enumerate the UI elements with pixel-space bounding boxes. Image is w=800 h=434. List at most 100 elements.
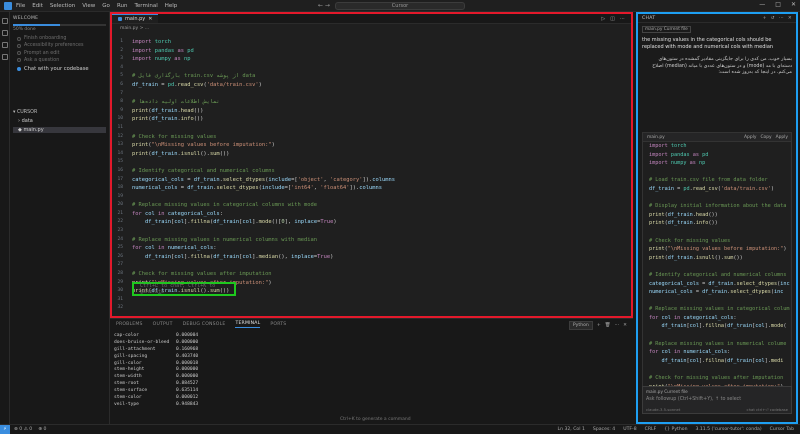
close-tab-icon[interactable]: ✕ [148, 16, 152, 22]
step-finish-onboarding[interactable]: Finish onboarding [17, 36, 106, 41]
step-icon [17, 51, 21, 56]
code-block-header: main.py Apply Copy Apply [643, 133, 791, 142]
maximize-icon[interactable]: □ [775, 1, 781, 8]
chat-input-footer: claude-3.5-sonnet chat ctrl+⏎ codebase [646, 407, 788, 412]
chat-input-context[interactable]: main.py Current file [643, 387, 791, 396]
chat-input-placeholder: Ask followup (Ctrl+Shift+Y), ↑ to select [646, 397, 742, 402]
more-icon[interactable]: ⋯ [615, 323, 620, 328]
cursor-position[interactable]: Ln 32, Col 1 [558, 427, 585, 432]
new-chat-icon[interactable]: + [763, 16, 767, 21]
search-label: Cursor [391, 3, 409, 9]
tab-main-py[interactable]: main.py ✕ [112, 14, 159, 23]
nav-arrows[interactable]: ← → [318, 2, 330, 9]
sidebar: WELCOME 50% done Finish onboarding Acces… [10, 12, 110, 424]
apply-button[interactable]: Apply [744, 135, 756, 140]
tab-terminal[interactable]: TERMINAL [235, 321, 261, 328]
close-icon[interactable]: ✕ [791, 1, 796, 8]
terminal-shell-select[interactable]: Python [568, 321, 593, 330]
menu-selection[interactable]: Selection [50, 3, 75, 9]
welcome-header: WELCOME [13, 16, 39, 21]
python-interpreter[interactable]: 3.11.5 ('cursor-tutor': conda) [695, 427, 761, 432]
search-icon[interactable] [2, 30, 8, 36]
activity-bar [0, 12, 10, 424]
chat-header: CHAT + ↺ ⋯ ✕ [638, 14, 796, 23]
apply-all-button[interactable]: Apply [776, 135, 788, 140]
step-icon [17, 43, 21, 48]
split-editor-icon[interactable]: ◫ [610, 16, 615, 22]
python-file-icon [118, 17, 122, 21]
menu-run[interactable]: Run [117, 3, 128, 9]
extensions-icon[interactable] [2, 54, 8, 60]
more-icon[interactable]: ⋯ [779, 16, 784, 21]
tree-file-main[interactable]: ◆ main.py [13, 126, 106, 133]
problems-status[interactable]: ⊗ 0 ⚠ 0 [14, 427, 32, 432]
run-icon[interactable]: ▷ [601, 16, 605, 22]
language-mode[interactable]: {} Python [664, 427, 687, 432]
source-control-icon[interactable] [2, 42, 8, 48]
history-icon[interactable]: ↺ [771, 16, 775, 21]
ports-status[interactable]: ⊕ 0 [38, 427, 46, 432]
assistant-reply: بسیار خوب، من کدی را برای جایگزینی مقادی… [652, 57, 792, 75]
step-icon [17, 58, 21, 63]
chat-pane: CHAT + ↺ ⋯ ✕ main.py Current file the mi… [636, 12, 798, 424]
command-search[interactable]: Cursor [335, 2, 465, 10]
cursor-logo-icon [4, 1, 12, 10]
tab-problems[interactable]: PROBLEMS [116, 322, 143, 327]
close-panel-icon[interactable]: ✕ [623, 323, 627, 328]
editor-actions: ▷ ◫ ⋯ [601, 14, 631, 23]
tab-ports[interactable]: PORTS [270, 322, 286, 327]
indentation[interactable]: Spaces: 4 [593, 427, 615, 432]
menu-help[interactable]: Help [165, 3, 178, 9]
tab-output[interactable]: OUTPUT [153, 322, 173, 327]
step-accessibility[interactable]: Accessibility preferences [17, 43, 106, 48]
title-bar: File Edit Selection View Go Run Terminal… [0, 0, 800, 12]
step-chat-codebase[interactable]: Chat with your codebase [17, 66, 106, 72]
menu-file[interactable]: File [16, 3, 25, 9]
code-editor[interactable]: 1 import torch 2 import pandas as pd 3 impo… [112, 38, 631, 313]
line-ending[interactable]: CRLF [645, 427, 657, 432]
terminal-line: stem-surface 0.635114 [114, 388, 199, 394]
step-ask-question[interactable]: Ask a question [17, 58, 106, 63]
terminal-line: gill-spacing 0.403740 [114, 353, 199, 359]
tab-debug-console[interactable]: DEBUG CONSOLE [183, 322, 226, 327]
chat-input[interactable]: main.py Current file Ask followup (Ctrl+… [642, 386, 792, 414]
terminal-line: gill-attachment 0.160968 [114, 346, 199, 352]
code-block-filename: main.py [647, 134, 665, 140]
copy-button[interactable]: Copy [760, 135, 771, 140]
terminal-hint: Ctrl+K to generate a command [340, 417, 411, 422]
window-controls: — □ ✕ [759, 1, 796, 8]
chat-context-pill[interactable]: main.py Current file [642, 26, 792, 33]
terminal-line: cap-color 0.000004 [114, 333, 199, 338]
cursor-tab-status[interactable]: Cursor Tab [770, 427, 794, 432]
onboarding-progress [13, 24, 106, 26]
menu-terminal[interactable]: Terminal [134, 3, 157, 9]
step-prompt-edit[interactable]: Prompt an edit [17, 51, 106, 56]
explorer-icon[interactable] [2, 18, 8, 24]
editor-area: main.py ✕ ▷ ◫ ⋯ main.py > ... 1 import to… [110, 12, 633, 318]
menu-edit[interactable]: Edit [32, 3, 43, 9]
breadcrumb[interactable]: main.py > ... [112, 24, 631, 32]
tree-folder-data[interactable]: › data [18, 118, 106, 124]
more-icon[interactable]: ⋯ [620, 16, 625, 22]
menu-view[interactable]: View [82, 3, 95, 9]
close-chat-icon[interactable]: ✕ [788, 16, 792, 21]
explorer-header[interactable]: ▾ CURSOR [13, 110, 106, 115]
bottom-panel: PROBLEMS OUTPUT DEBUG CONSOLE TERMINAL P… [110, 318, 633, 424]
status-bar: ⚡ ⊗ 0 ⚠ 0 ⊕ 0 Ln 32, Col 1 Spaces: 4 UTF… [0, 424, 800, 434]
terminal-line: does-bruise-or-bleed 0.000000 [114, 339, 199, 345]
remote-icon[interactable]: ⚡ [0, 424, 10, 434]
menu-go[interactable]: Go [102, 3, 110, 9]
editor-tabs: main.py ✕ ▷ ◫ ⋯ [112, 14, 631, 24]
model-select[interactable]: claude-3.5-sonnet [646, 407, 680, 412]
step-icon [17, 36, 21, 41]
terminal-output[interactable]: cap-color 0.000004 does-bruise-or-bleed 0.0… [114, 333, 198, 409]
add-terminal-icon[interactable]: + [597, 323, 601, 328]
chat-submit-hint[interactable]: chat ctrl+⏎ codebase [747, 407, 789, 412]
panel-actions: Python + 🗑 ⋯ ✕ [568, 321, 627, 330]
menu-bar: File Edit Selection View Go Run Terminal… [16, 3, 177, 9]
chat-code-block: main.py Apply Copy Apply import torch im… [642, 132, 792, 390]
step-active-icon [17, 66, 21, 71]
minimize-icon[interactable]: — [759, 1, 765, 8]
encoding[interactable]: UTF-8 [623, 427, 636, 432]
trash-icon[interactable]: 🗑 [605, 323, 611, 328]
